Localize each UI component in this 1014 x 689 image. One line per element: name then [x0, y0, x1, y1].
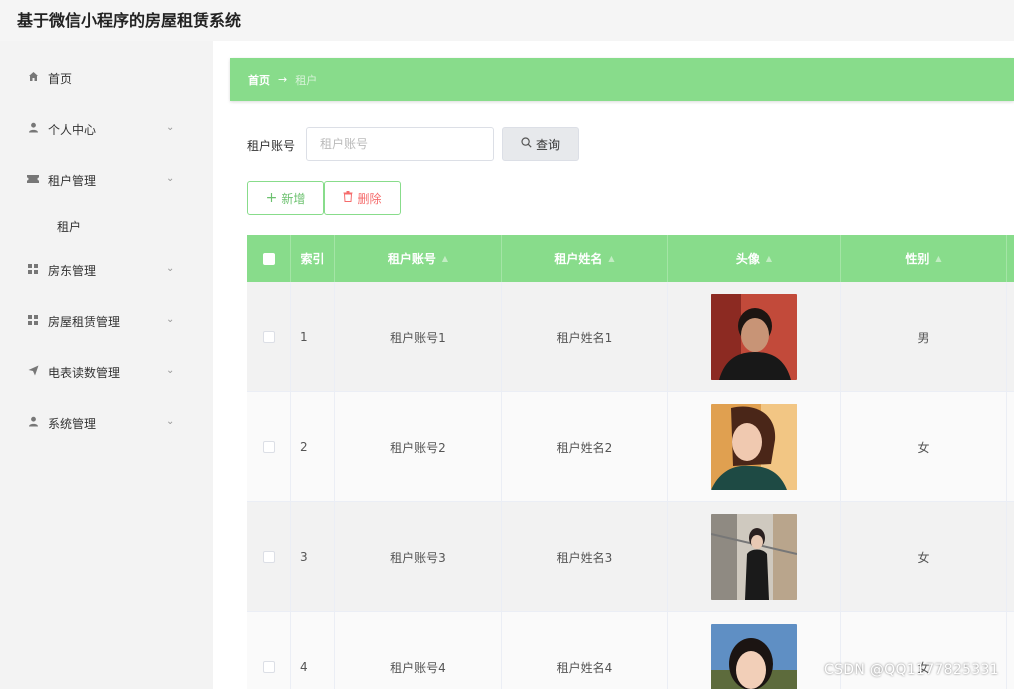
- row-checkbox[interactable]: [262, 441, 275, 453]
- sidebar-item-label: 电表读数管理: [48, 365, 121, 380]
- add-button[interactable]: + 新增: [247, 181, 324, 215]
- sidebar-item-label: 租户管理: [48, 173, 97, 188]
- cell-index: 4: [291, 612, 335, 689]
- home-icon: [26, 71, 40, 85]
- cell-name: 租户姓名4: [502, 612, 668, 689]
- table-row[interactable]: 1 租户账号1 租户姓名1 男: [247, 282, 1014, 392]
- cell-name: 租户姓名2: [502, 392, 668, 502]
- chevron-down-icon: ⌄: [166, 122, 175, 133]
- delete-button-label: 删除: [357, 191, 382, 206]
- sidebar-item-label: 房东管理: [48, 263, 97, 278]
- avatar[interactable]: [711, 404, 797, 490]
- sidebar-item-label: 系统管理: [48, 416, 97, 431]
- sidebar-item-meter-reading[interactable]: 电表读数管理 ⌄: [0, 348, 195, 396]
- column-header-account[interactable]: 租户账号 ▲: [335, 235, 502, 282]
- select-all-checkbox[interactable]: [262, 252, 275, 265]
- sidebar-item-label: 房屋租赁管理: [48, 314, 121, 329]
- avatar[interactable]: [711, 514, 797, 600]
- table-row[interactable]: 3 租户账号3 租户姓名3 女: [247, 502, 1014, 612]
- breadcrumb-home[interactable]: 首页: [248, 72, 270, 88]
- row-checkbox[interactable]: [262, 661, 275, 673]
- send-icon: [26, 365, 40, 379]
- table-header: 索引 租户账号 ▲ 租户姓名 ▲ 头像 ▲ 性别 ▲: [247, 235, 1014, 282]
- cell-index: 1: [291, 282, 335, 392]
- chevron-down-icon: ⌄: [166, 173, 175, 184]
- cell-avatar: [668, 502, 841, 612]
- breadcrumb: 首页 → 租户: [230, 58, 1014, 101]
- chevron-down-icon: ⌄: [166, 416, 175, 427]
- watermark: CSDN @QQ1177825331: [824, 662, 999, 678]
- cell-account: 租户账号3: [335, 502, 502, 612]
- sort-icon[interactable]: ▲: [935, 254, 941, 263]
- column-header-index: 索引: [291, 235, 335, 282]
- chevron-down-icon: ⌄: [166, 365, 175, 376]
- sidebar-item-landlord-management[interactable]: 房东管理 ⌄: [0, 246, 195, 294]
- column-header-avatar[interactable]: 头像 ▲: [668, 235, 841, 282]
- search-label: 租户账号: [247, 139, 296, 153]
- column-header-gender[interactable]: 性别 ▲: [841, 235, 1007, 282]
- app-title: 基于微信小程序的房屋租赁系统: [17, 11, 242, 30]
- avatar[interactable]: [711, 624, 797, 689]
- user-icon: [26, 122, 40, 136]
- sidebar-item-tenant-management[interactable]: 租户管理 ⌄: [0, 156, 195, 204]
- grid-icon: [26, 263, 40, 277]
- trash-icon: [343, 191, 353, 205]
- breadcrumb-current: 租户: [295, 73, 318, 87]
- cell-avatar: [668, 612, 841, 689]
- sidebar-subitem-label: 租户: [57, 219, 82, 234]
- row-checkbox-cell[interactable]: [247, 282, 291, 392]
- top-bar: 基于微信小程序的房屋租赁系统: [0, 0, 1014, 41]
- avatar[interactable]: [711, 294, 797, 380]
- cell-index: 2: [291, 392, 335, 502]
- breadcrumb-arrow-icon: →: [278, 73, 288, 86]
- sidebar-item-system-management[interactable]: 系统管理 ⌄: [0, 399, 195, 447]
- add-button-label: 新增: [281, 191, 306, 206]
- column-header-name[interactable]: 租户姓名 ▲: [502, 235, 668, 282]
- user-icon: [26, 416, 40, 430]
- ticket-icon: [26, 174, 40, 187]
- cell-avatar: [668, 392, 841, 502]
- sort-icon[interactable]: ▲: [608, 254, 614, 263]
- sort-icon[interactable]: ▲: [442, 254, 448, 263]
- row-checkbox-cell[interactable]: [247, 612, 291, 689]
- cell-gender: 女: [841, 392, 1007, 502]
- sidebar-subitem-tenant[interactable]: 租户: [0, 206, 195, 246]
- plus-icon: +: [265, 190, 278, 206]
- tenant-table: 索引 租户账号 ▲ 租户姓名 ▲ 头像 ▲ 性别 ▲ 1 租户账号1 租户姓名1 男 2…: [247, 235, 1014, 689]
- table-row[interactable]: 2 租户账号2 租户姓名2 女: [247, 392, 1014, 502]
- sidebar-item-rental-management[interactable]: 房屋租赁管理 ⌄: [0, 297, 195, 345]
- cell-gender: 女: [841, 502, 1007, 612]
- sidebar-item-home[interactable]: 首页: [0, 54, 195, 102]
- row-checkbox-cell[interactable]: [247, 392, 291, 502]
- cell-name: 租户姓名3: [502, 502, 668, 612]
- delete-button[interactable]: 删除: [324, 181, 401, 215]
- sidebar-item-label: 首页: [48, 71, 73, 86]
- chevron-down-icon: ⌄: [166, 263, 175, 274]
- search-button[interactable]: 查询: [502, 127, 579, 161]
- cell-account: 租户账号1: [335, 282, 502, 392]
- sidebar: 首页 个人中心 ⌄ 租户管理 ⌄ 租户 房东管理 ⌄ 房屋租赁管理 ⌄ 电表读数…: [0, 41, 213, 689]
- row-checkbox-cell[interactable]: [247, 502, 291, 612]
- select-all-checkbox-cell[interactable]: [247, 235, 291, 282]
- chevron-down-icon: ⌄: [166, 314, 175, 325]
- grid-icon: [26, 314, 40, 328]
- search-icon: [521, 137, 532, 151]
- cell-avatar: [668, 282, 841, 392]
- cell-name: 租户姓名1: [502, 282, 668, 392]
- sidebar-item-label: 个人中心: [48, 122, 97, 137]
- search-input[interactable]: [306, 127, 494, 161]
- cell-gender: 男: [841, 282, 1007, 392]
- cell-account: 租户账号2: [335, 392, 502, 502]
- cell-account: 租户账号4: [335, 612, 502, 689]
- search-button-label: 查询: [535, 137, 560, 152]
- sort-icon[interactable]: ▲: [766, 254, 772, 263]
- sidebar-item-personal-center[interactable]: 个人中心 ⌄: [0, 105, 195, 153]
- row-checkbox[interactable]: [262, 551, 275, 563]
- row-checkbox[interactable]: [262, 331, 275, 343]
- cell-index: 3: [291, 502, 335, 612]
